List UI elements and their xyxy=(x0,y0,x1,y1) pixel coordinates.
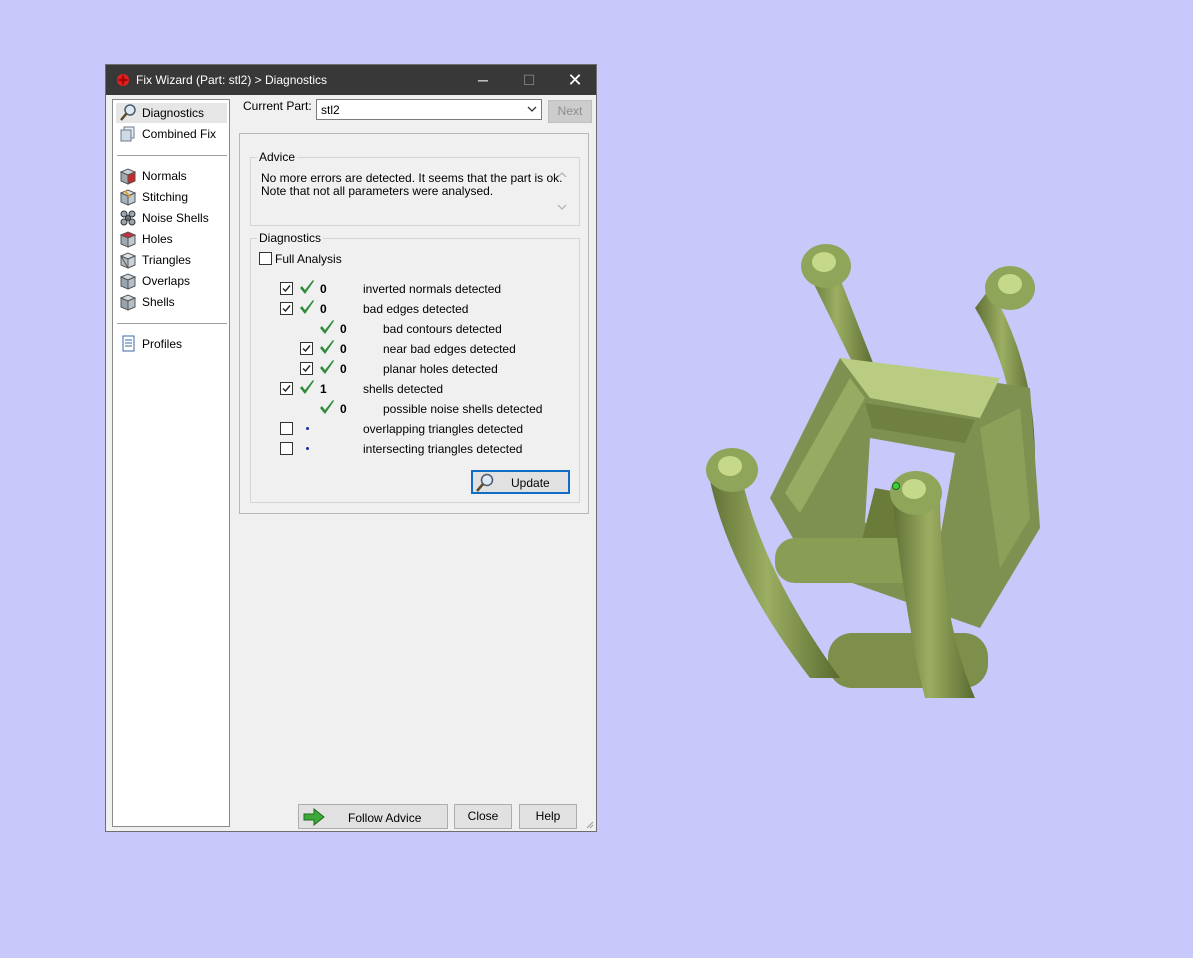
update-button[interactable]: Update xyxy=(471,470,570,494)
nav-item-shells[interactable]: Shells xyxy=(116,292,227,312)
combined-fix-icon xyxy=(120,126,135,142)
full-analysis-label: Full Analysis xyxy=(275,252,342,266)
maximize-button[interactable]: ☐ xyxy=(506,65,552,95)
nav-item-overlaps[interactable]: Overlaps xyxy=(116,271,227,291)
full-analysis-checkbox[interactable] xyxy=(259,252,272,265)
advice-title: Advice xyxy=(257,150,298,164)
follow-advice-label: Follow Advice xyxy=(348,811,422,825)
diagnostic-label: inverted normals detected xyxy=(363,282,502,296)
diagnostic-label: near bad edges detected xyxy=(383,342,516,356)
planar-holes-checkbox[interactable] xyxy=(300,362,313,375)
current-part-value: stl2 xyxy=(321,103,340,117)
3d-part-model[interactable] xyxy=(700,238,1060,708)
nav-item-label: Stitching xyxy=(142,190,189,204)
arrow-right-icon xyxy=(303,808,325,826)
shells-checkbox[interactable] xyxy=(280,382,293,395)
overlaps-cube-icon xyxy=(119,273,137,290)
near-bad-edges-checkbox[interactable] xyxy=(300,342,313,355)
diagnostic-count: 1 xyxy=(320,382,327,396)
diagnostic-count: 0 xyxy=(340,342,347,356)
intersecting-triangles-checkbox[interactable] xyxy=(280,442,293,455)
advice-group: Advice No more errors are detected. It s… xyxy=(250,150,580,226)
nav-item-diagnostics[interactable]: Diagnostics xyxy=(116,103,227,123)
holes-cube-icon xyxy=(119,231,137,248)
diagnostic-count: 0 xyxy=(340,322,347,336)
diagnostic-count: 0 xyxy=(320,302,327,316)
help-button[interactable]: Help xyxy=(519,804,577,829)
profiles-document-icon xyxy=(122,335,135,352)
next-button[interactable]: Next xyxy=(548,100,592,123)
nav-item-noise-shells[interactable]: Noise Shells xyxy=(116,208,227,228)
diagnostic-label: shells detected xyxy=(363,382,444,396)
diagnostic-label: bad contours detected xyxy=(383,322,502,336)
check-mark-icon xyxy=(300,280,314,294)
bad-edges-checkbox[interactable] xyxy=(280,302,293,315)
nav-item-label: Diagnostics xyxy=(142,106,205,120)
check-mark-icon xyxy=(300,380,314,394)
diagnostic-label: intersecting triangles detected xyxy=(363,442,523,456)
title-bar[interactable]: Fix Wizard (Part: stl2) > Diagnostics ─ … xyxy=(106,65,596,95)
diagnostic-label: possible noise shells detected xyxy=(383,402,543,416)
nav-item-holes[interactable]: Holes xyxy=(116,229,227,249)
update-label: Update xyxy=(511,476,550,490)
nav-item-label: Triangles xyxy=(142,253,191,267)
nav-item-label: Combined Fix xyxy=(142,127,217,141)
diagnostics-title: Diagnostics xyxy=(257,231,324,245)
nav-item-label: Holes xyxy=(142,232,173,246)
nav-item-triangles[interactable]: Triangles xyxy=(116,250,227,270)
status-dot-icon xyxy=(306,447,309,450)
close-window-button[interactable]: ✕ xyxy=(552,65,598,95)
check-mark-icon xyxy=(320,320,334,334)
diagnostic-count: 0 xyxy=(340,402,347,416)
diagnostic-label: bad edges detected xyxy=(363,302,469,316)
status-dot-icon xyxy=(306,427,309,430)
nav-item-label: Profiles xyxy=(142,337,183,351)
magnifier-icon xyxy=(120,104,136,121)
nav-item-label: Noise Shells xyxy=(142,211,209,225)
follow-advice-button[interactable]: Follow Advice xyxy=(298,804,448,829)
diagnostic-label: planar holes detected xyxy=(383,362,498,376)
normals-cube-icon xyxy=(119,168,137,185)
diagnostic-count: 0 xyxy=(320,282,327,296)
triangles-cube-icon xyxy=(119,252,137,269)
check-mark-icon xyxy=(320,400,334,414)
shells-cube-icon xyxy=(119,294,137,311)
check-mark-icon xyxy=(300,300,314,314)
chevron-down-icon xyxy=(527,106,537,112)
advice-line-2: Note that not all parameters were analys… xyxy=(261,184,494,198)
overlapping-triangles-checkbox[interactable] xyxy=(280,422,293,435)
app-logo-icon xyxy=(117,74,129,86)
nav-item-label: Overlaps xyxy=(142,274,191,288)
current-part-label: Current Part: xyxy=(243,99,312,113)
nav-item-normals[interactable]: Normals xyxy=(116,166,227,186)
resize-grip-icon[interactable] xyxy=(584,819,594,829)
diagnostic-label: overlapping triangles detected xyxy=(363,422,524,436)
nav-item-stitching[interactable]: Stitching xyxy=(116,187,227,207)
wizard-nav-panel: Diagnostics Combined Fix Normals Stitchi… xyxy=(112,99,230,827)
current-part-select[interactable]: stl2 xyxy=(316,99,542,120)
nav-item-combined-fix[interactable]: Combined Fix xyxy=(116,124,227,144)
nav-item-label: Shells xyxy=(142,295,175,309)
noise-shells-icon xyxy=(120,210,136,226)
inverted-normals-checkbox[interactable] xyxy=(280,282,293,295)
nav-divider xyxy=(117,323,227,324)
minimize-button[interactable]: ─ xyxy=(460,65,506,95)
advice-scrollbar[interactable] xyxy=(554,168,570,214)
check-mark-icon xyxy=(320,360,334,374)
diagnostic-count: 0 xyxy=(340,362,347,376)
close-button[interactable]: Close xyxy=(454,804,512,829)
magnifier-icon xyxy=(476,473,494,492)
window-title: Fix Wizard (Part: stl2) > Diagnostics xyxy=(136,73,328,87)
nav-item-profiles[interactable]: Profiles xyxy=(116,334,227,354)
advice-text: No more errors are detected. It seems th… xyxy=(261,172,562,198)
nav-divider xyxy=(117,155,227,156)
check-mark-icon xyxy=(320,340,334,354)
nav-item-label: Normals xyxy=(142,169,187,183)
fix-wizard-window: Fix Wizard (Part: stl2) > Diagnostics ─ … xyxy=(105,64,597,832)
stitching-cube-icon xyxy=(119,189,137,206)
